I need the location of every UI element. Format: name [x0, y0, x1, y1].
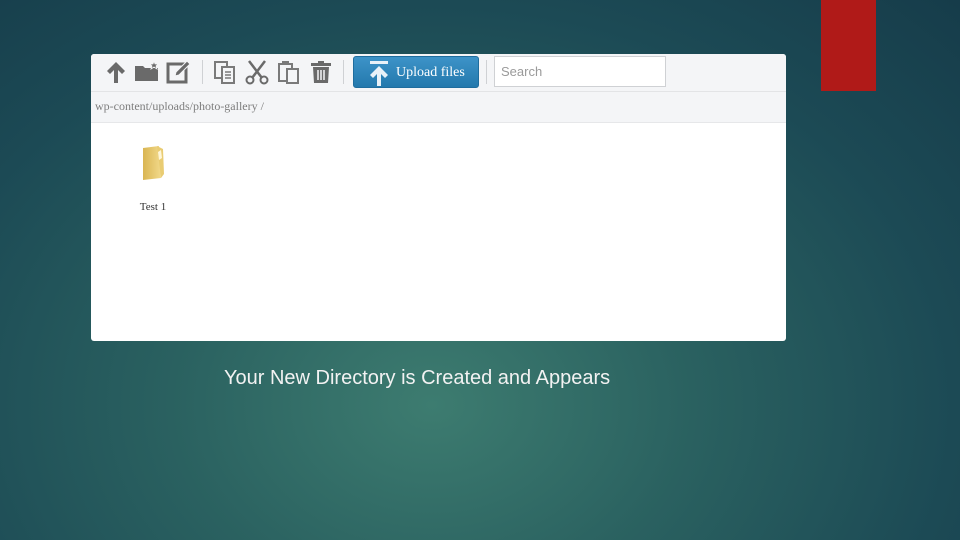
copy-icon[interactable]	[212, 59, 238, 85]
delete-icon[interactable]	[308, 59, 334, 85]
toolbar: Upload files	[91, 54, 786, 92]
upload-files-label: Upload files	[396, 65, 465, 80]
paste-icon[interactable]	[276, 59, 302, 85]
folder-name: Test 1	[139, 201, 167, 213]
search-input[interactable]	[494, 56, 666, 87]
file-manager-window: Upload files wp-content/uploads/photo-ga…	[91, 54, 786, 341]
go-up-icon[interactable]	[103, 59, 129, 85]
accent-bar	[821, 0, 876, 91]
toolbar-separator	[343, 60, 344, 84]
toolbar-separator	[202, 60, 203, 84]
breadcrumb-bar: wp-content/uploads/photo-gallery /	[91, 92, 786, 123]
upload-icon	[370, 61, 388, 86]
cut-icon[interactable]	[244, 59, 270, 85]
new-folder-icon[interactable]	[134, 59, 160, 85]
toolbar-separator	[486, 60, 487, 84]
folder-item[interactable]: Test 1	[127, 144, 179, 219]
folder-icon	[143, 146, 164, 180]
upload-files-button[interactable]: Upload files	[353, 56, 479, 88]
breadcrumb[interactable]: wp-content/uploads/photo-gallery /	[95, 99, 264, 114]
slide-caption: Your New Directory is Created and Appear…	[224, 367, 611, 389]
rename-icon[interactable]	[166, 59, 192, 85]
